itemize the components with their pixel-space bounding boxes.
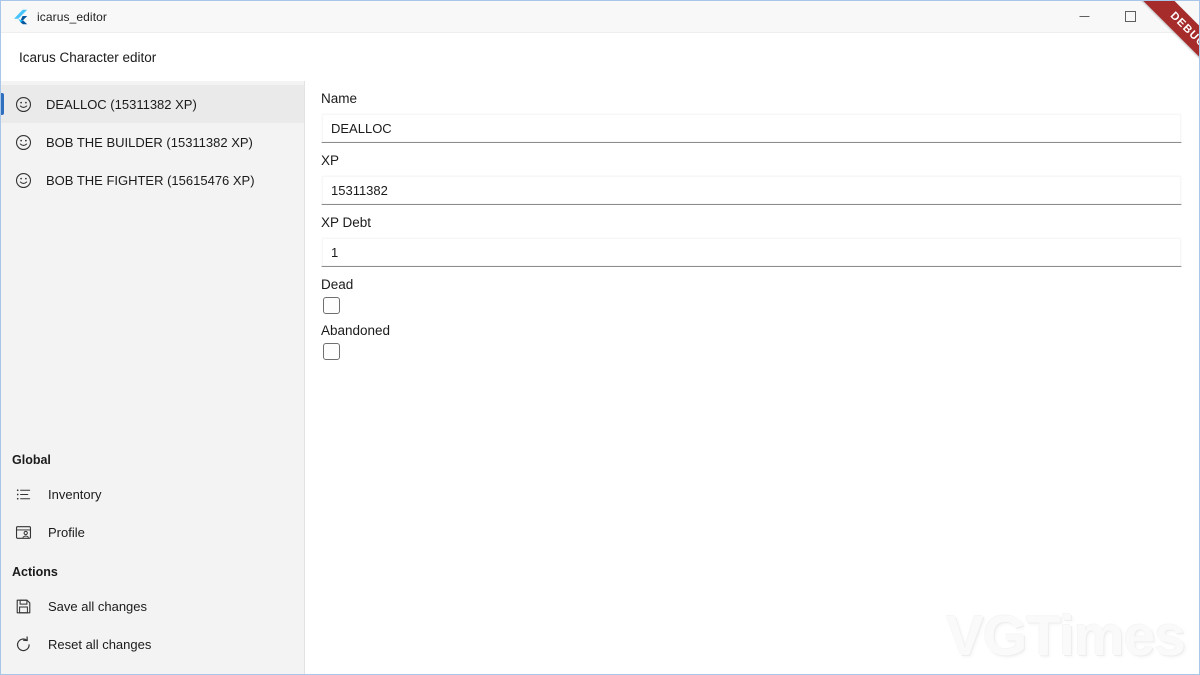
field-xp-debt: XP Debt (321, 215, 1182, 267)
sidebar-item-profile[interactable]: Profile (1, 513, 304, 551)
sidebar-spacer (1, 199, 304, 453)
field-label-xp: XP (321, 153, 1182, 168)
character-label: BOB THE FIGHTER (15615476 XP) (46, 173, 255, 188)
app-header: Icarus Character editor (1, 33, 1199, 81)
character-list: DEALLOC (15311382 XP) BOB THE BUILDER (1… (1, 81, 304, 199)
dead-checkbox[interactable] (323, 297, 340, 314)
character-label: BOB THE BUILDER (15311382 XP) (46, 135, 253, 150)
sidebar-group-global: Global Inventory (1, 453, 304, 551)
list-icon (15, 486, 32, 503)
field-label-abandoned: Abandoned (321, 323, 1182, 338)
flutter-logo-icon (12, 9, 28, 25)
field-dead: Dead (321, 277, 1182, 314)
field-xp: XP (321, 153, 1182, 205)
page-title: Icarus Character editor (19, 50, 156, 65)
xp-debt-input[interactable] (321, 237, 1182, 267)
window-title: icarus_editor (37, 10, 107, 24)
sidebar-item-label: Save all changes (48, 599, 147, 614)
sidebar-item-label: Inventory (48, 487, 101, 502)
body-container: DEALLOC (15311382 XP) BOB THE BUILDER (1… (1, 81, 1199, 675)
maximize-icon (1125, 11, 1136, 22)
smiley-face-icon (15, 172, 32, 189)
save-floppy-icon (15, 598, 32, 615)
smiley-face-icon (15, 96, 32, 113)
field-name: Name (321, 91, 1182, 143)
sidebar-item-label: Profile (48, 525, 85, 540)
field-abandoned: Abandoned (321, 323, 1182, 360)
title-bar: icarus_editor (1, 1, 1199, 33)
field-label-xp-debt: XP Debt (321, 215, 1182, 230)
close-button[interactable] (1153, 1, 1199, 32)
window-controls (1061, 1, 1199, 32)
name-input[interactable] (321, 113, 1182, 143)
minimize-button[interactable] (1061, 1, 1107, 32)
field-label-name: Name (321, 91, 1182, 106)
minimize-icon (1079, 11, 1090, 22)
vgtimes-watermark: VGTimes (946, 603, 1185, 669)
title-bar-left: icarus_editor (1, 9, 1061, 25)
close-icon (1171, 11, 1182, 22)
sidebar-item-character-bob-the-fighter[interactable]: BOB THE FIGHTER (15615476 XP) (1, 161, 304, 199)
application-window: icarus_editor Icarus Character (0, 0, 1200, 675)
sidebar-item-character-dealloc[interactable]: DEALLOC (15311382 XP) (1, 85, 304, 123)
smiley-face-icon (15, 134, 32, 151)
sidebar-group-actions: Actions Save all changes (1, 565, 304, 663)
sidebar-bottom: Global Inventory (1, 453, 304, 675)
profile-card-icon (15, 524, 32, 541)
field-label-dead: Dead (321, 277, 1182, 292)
sidebar-item-label: Reset all changes (48, 637, 151, 652)
maximize-button[interactable] (1107, 1, 1153, 32)
abandoned-checkbox[interactable] (323, 343, 340, 360)
save-all-changes-button[interactable]: Save all changes (1, 587, 304, 625)
sidebar-item-character-bob-the-builder[interactable]: BOB THE BUILDER (15311382 XP) (1, 123, 304, 161)
sidebar-section-actions-label: Actions (1, 565, 304, 587)
reset-all-changes-button[interactable]: Reset all changes (1, 625, 304, 663)
character-label: DEALLOC (15311382 XP) (46, 97, 197, 112)
sidebar-item-inventory[interactable]: Inventory (1, 475, 304, 513)
main-content: Name XP XP Debt Dead Abandoned VGTimes (305, 81, 1199, 675)
sidebar: DEALLOC (15311382 XP) BOB THE BUILDER (1… (1, 81, 305, 675)
reset-undo-icon (15, 636, 32, 653)
sidebar-section-global-label: Global (1, 453, 304, 475)
xp-input[interactable] (321, 175, 1182, 205)
